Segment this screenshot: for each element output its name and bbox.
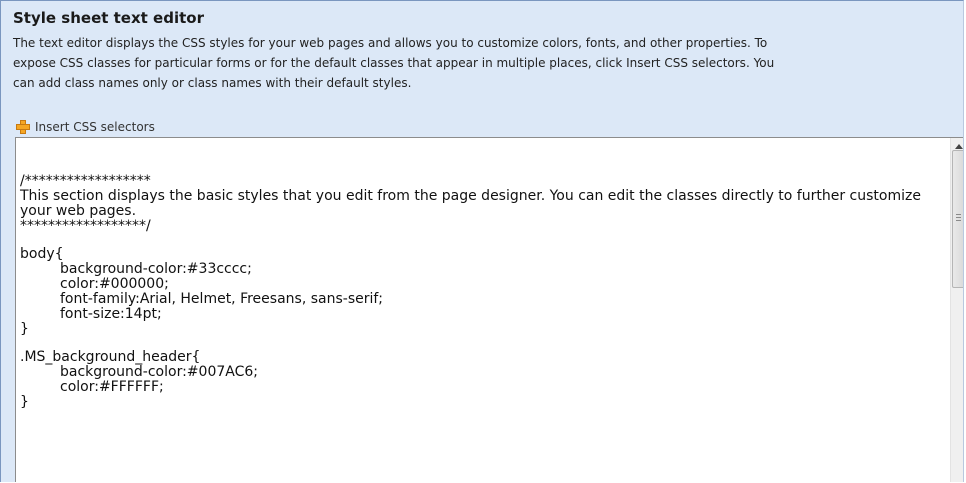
code-line: } xyxy=(20,394,29,410)
code-line: ******************/ xyxy=(20,218,151,234)
code-line: background-color:#33cccc; xyxy=(60,261,252,277)
code-line: font-size:14pt; xyxy=(60,306,162,322)
code-line: /****************** xyxy=(20,173,151,189)
insert-css-selectors-label: Insert CSS selectors xyxy=(35,120,155,134)
code-line: background-color:#007AC6; xyxy=(60,364,258,380)
insert-css-selectors-button[interactable]: Insert CSS selectors xyxy=(15,117,155,137)
css-code: /****************** This section display… xyxy=(20,174,935,410)
style-sheet-editor-panel: Style sheet text editor The text editor … xyxy=(0,0,964,482)
grip-icon xyxy=(956,214,961,221)
plus-icon xyxy=(16,120,30,134)
vertical-scrollbar[interactable] xyxy=(950,138,963,482)
code-line: color:#FFFFFF; xyxy=(60,379,164,395)
description-line: can add class names only or class names … xyxy=(13,76,412,90)
code-line: body{ xyxy=(20,246,64,262)
scroll-up-arrow-icon[interactable] xyxy=(955,144,963,149)
scrollbar-thumb[interactable] xyxy=(952,150,963,288)
panel-description: The text editor displays the CSS styles … xyxy=(13,33,963,93)
css-text-editor[interactable]: /****************** This section display… xyxy=(15,137,963,482)
code-line: color:#000000; xyxy=(60,276,169,292)
code-line: font-family:Arial, Helmet, Freesans, san… xyxy=(60,291,384,307)
description-line: expose CSS classes for particular forms … xyxy=(13,56,775,70)
description-line: The text editor displays the CSS styles … xyxy=(13,36,768,50)
code-line: This section displays the basic styles t… xyxy=(20,188,921,219)
panel-title: Style sheet text editor xyxy=(13,9,204,27)
code-line: } xyxy=(20,321,29,337)
code-line: .MS_background_header{ xyxy=(20,349,201,365)
